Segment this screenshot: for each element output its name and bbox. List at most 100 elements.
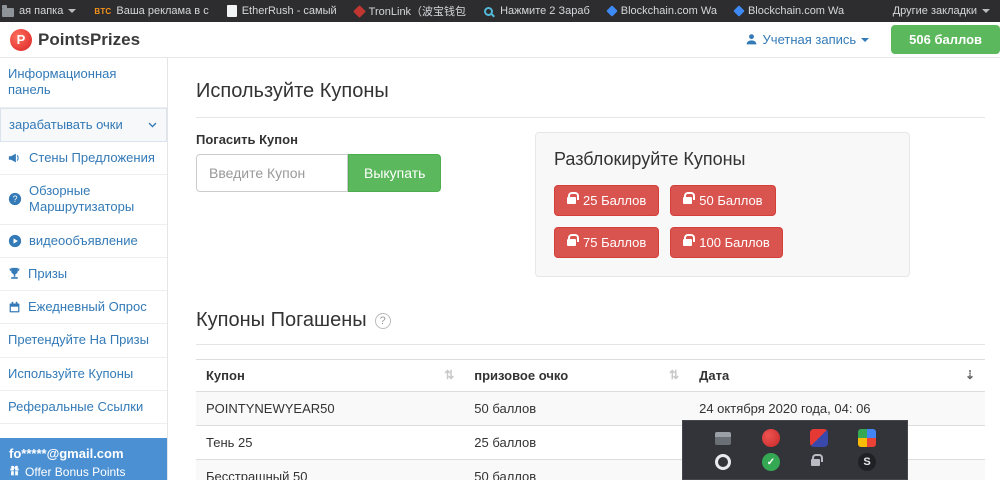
lock-app-icon[interactable] <box>810 453 828 471</box>
calendar-icon <box>8 301 21 314</box>
unlock-button-label: 75 Баллов <box>583 235 646 250</box>
bookmark-label: TronLink（波宝钱包 <box>369 3 466 19</box>
cell-coupon: Тень 25 <box>196 426 464 460</box>
sidebar-item-daily-poll[interactable]: Ежедневный Опрос <box>0 291 167 324</box>
bookmark-tronlink[interactable]: TronLink（波宝钱包 <box>355 3 466 19</box>
column-label: призовое очко <box>474 368 568 383</box>
caret-down-icon <box>982 9 990 13</box>
bookmarks-bar: ая папка BTC Ваша реклама в с EtherRush … <box>0 0 1000 22</box>
column-header-points[interactable]: призовое очко ⇅ <box>464 360 689 392</box>
folder-icon <box>2 8 14 17</box>
sort-icon[interactable]: ⇅ <box>669 368 679 382</box>
brand-name[interactable]: PointsPrizes <box>38 30 140 50</box>
site-header: P PointsPrizes Учетная запись 506 баллов <box>0 22 1000 58</box>
bookmark-btc-ad[interactable]: BTC Ваша реклама в с <box>94 5 208 17</box>
cell-coupon: Бесстрашный 50 <box>196 460 464 480</box>
cell-points: 25 баллов <box>464 426 689 460</box>
bookmark-blockchain-1[interactable]: Blockchain.com Wa <box>608 5 717 17</box>
sidebar-item-dashboard[interactable]: Информационная панель <box>0 58 167 108</box>
column-label: Дата <box>699 368 729 383</box>
bookmark-label: Ваша реклама в с <box>116 5 208 17</box>
system-tray-popup: ✓ S <box>682 420 908 480</box>
points-badge: 506 баллов <box>891 25 1000 54</box>
lock-icon <box>567 239 576 246</box>
column-header-coupon[interactable]: Купон ⇅ <box>196 360 464 392</box>
unlock-button-label: 50 Баллов <box>699 193 762 208</box>
account-menu[interactable]: Учетная запись <box>745 32 870 47</box>
printer-icon[interactable] <box>715 432 731 445</box>
sidebar-item-label: Обзорные Маршрутизаторы <box>29 183 159 216</box>
sidebar-item-label: Стены Предложения <box>29 150 155 166</box>
question-circle-icon: ? <box>8 192 22 206</box>
trophy-icon <box>8 267 21 280</box>
sidebar-item-label: зарабатывать очки <box>9 117 123 133</box>
redeem-form: Погасить Купон Выкупать <box>196 132 441 192</box>
sidebar: Информационная панель зарабатывать очки … <box>0 58 168 480</box>
sidebar-item-offer-walls[interactable]: Стены Предложения <box>0 142 167 175</box>
bookmark-label: EtherRush - самый <box>242 5 337 17</box>
sort-desc-icon[interactable]: ⇣ <box>965 368 975 382</box>
sidebar-item-label: Реферальные Ссылки <box>8 399 143 415</box>
unlock-button-label: 100 Баллов <box>699 235 770 250</box>
sidebar-item-label: Призы <box>28 266 67 282</box>
sidebar-item-use-coupons[interactable]: Используйте Купоны <box>0 358 167 391</box>
divider <box>196 344 985 345</box>
red-app-icon[interactable] <box>762 429 780 447</box>
unlock-title: Разблокируйте Купоны <box>554 149 891 170</box>
bookmark-label: Blockchain.com Wa <box>621 5 717 17</box>
lock-icon <box>567 197 576 204</box>
lock-icon <box>683 197 692 204</box>
bookmark-etherrush[interactable]: EtherRush - самый <box>227 5 337 17</box>
other-bookmarks-button[interactable]: Другие закладки <box>893 5 990 17</box>
divider <box>196 117 985 118</box>
sidebar-item-video-ads[interactable]: видеообъявление <box>0 225 167 258</box>
sidebar-item-survey-routers[interactable]: ? Обзорные Маршрутизаторы <box>0 175 167 225</box>
sort-icon[interactable]: ⇅ <box>444 368 454 382</box>
sidebar-item-claim-prizes[interactable]: Претендуйте На Призы <box>0 324 167 357</box>
unlock-100-button[interactable]: 100 Баллов <box>670 227 783 258</box>
screen: ая папка BTC Ваша реклама в с EtherRush … <box>0 0 1000 480</box>
sidebar-item-label: Претендуйте На Призы <box>8 332 149 348</box>
sidebar-item-label: Ежедневный Опрос <box>28 299 147 315</box>
sidebar-account-gmail[interactable]: fo*****@gmail.com Offer Bonus Points <box>0 438 167 480</box>
table-header-row: Купон ⇅ призовое очко ⇅ Дата ⇣ <box>196 360 985 392</box>
blockchain-icon <box>606 5 617 16</box>
multicolor-app-icon[interactable] <box>858 429 876 447</box>
btc-icon: BTC <box>94 7 111 16</box>
tronlink-icon <box>353 5 366 18</box>
account-label: Учетная запись <box>763 32 857 47</box>
sidebar-item-referral-links[interactable]: Реферальные Ссылки <box>0 391 167 424</box>
unlock-25-button[interactable]: 25 Баллов <box>554 185 659 216</box>
column-label: Купон <box>206 368 245 383</box>
svg-text:?: ? <box>13 194 18 204</box>
bookmark-click-earn[interactable]: Нажмите 2 Зараб <box>484 5 590 17</box>
s-app-icon[interactable]: S <box>858 453 876 471</box>
person-icon <box>745 33 758 46</box>
bookmark-blockchain-2[interactable]: Blockchain.com Wa <box>735 5 844 17</box>
cell-points: 50 баллов <box>464 460 689 480</box>
unlock-50-button[interactable]: 50 Баллов <box>670 185 775 216</box>
sidebar-item-prizes[interactable]: Призы <box>0 258 167 291</box>
bookmark-folder[interactable]: ая папка <box>2 5 76 17</box>
check-app-icon[interactable]: ✓ <box>762 453 780 471</box>
account-email: fo*****@gmail.com <box>9 446 158 461</box>
main-content: Используйте Купоны Погасить Купон Выкупа… <box>168 58 1000 480</box>
blockchain-icon <box>733 5 744 16</box>
cell-points: 50 баллов <box>464 392 689 426</box>
page-title: Используйте Купоны <box>196 80 985 103</box>
red-blue-app-icon[interactable] <box>810 429 828 447</box>
ring-app-icon[interactable] <box>715 454 731 470</box>
sidebar-item-label: Информационная панель <box>8 66 159 99</box>
column-header-date[interactable]: Дата ⇣ <box>689 360 985 392</box>
redeem-button[interactable]: Выкупать <box>348 154 441 192</box>
caret-down-icon <box>861 38 869 42</box>
other-bookmarks-label: Другие закладки <box>893 5 977 17</box>
sidebar-item-earn-points[interactable]: зарабатывать очки <box>0 108 167 142</box>
bookmark-label: Blockchain.com Wa <box>748 5 844 17</box>
gift-icon <box>9 465 20 479</box>
unlock-75-button[interactable]: 75 Баллов <box>554 227 659 258</box>
search-icon <box>484 7 493 16</box>
help-icon[interactable]: ? <box>375 313 391 329</box>
history-title: Купоны Погашены <box>196 309 367 332</box>
coupon-input[interactable] <box>196 154 348 192</box>
